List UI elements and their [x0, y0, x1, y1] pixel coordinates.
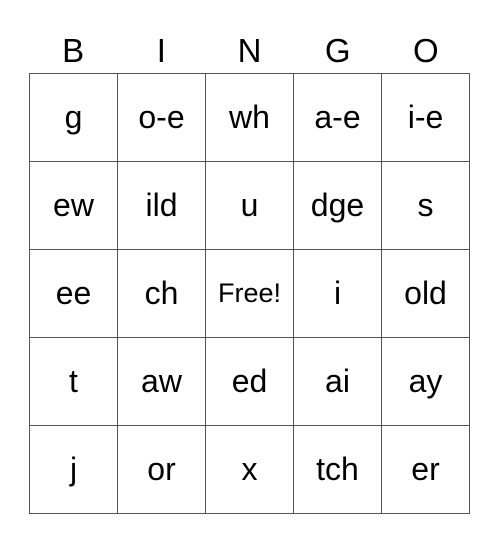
bingo-cell[interactable]: ee [30, 250, 118, 338]
bingo-cell[interactable]: i [294, 250, 382, 338]
bingo-header: B I N G O [29, 30, 470, 72]
header-letter-n: N [237, 32, 262, 69]
bingo-cell[interactable]: o-e [118, 74, 206, 162]
bingo-cell[interactable]: ed [206, 338, 294, 426]
bingo-cell[interactable]: j [30, 426, 118, 514]
bingo-cell[interactable]: er [382, 426, 470, 514]
bingo-cell[interactable]: old [382, 250, 470, 338]
bingo-cell[interactable]: g [30, 74, 118, 162]
free-space-cell[interactable]: Free! [206, 250, 294, 338]
bingo-cell[interactable]: x [206, 426, 294, 514]
header-letter-i: I [156, 32, 166, 69]
bingo-cell[interactable]: s [382, 162, 470, 250]
bingo-cell[interactable]: ay [382, 338, 470, 426]
bingo-cell[interactable]: ild [118, 162, 206, 250]
bingo-cell[interactable]: wh [206, 74, 294, 162]
bingo-cell[interactable]: t [30, 338, 118, 426]
bingo-cell[interactable]: a-e [294, 74, 382, 162]
bingo-grid: g o-e wh a-e i-e ew ild u dge s ee ch Fr… [29, 73, 470, 514]
bingo-cell[interactable]: tch [294, 426, 382, 514]
header-letter-b: B [62, 32, 85, 69]
bingo-cell[interactable]: ai [294, 338, 382, 426]
header-letter-o: O [413, 32, 439, 69]
bingo-cell[interactable]: ch [118, 250, 206, 338]
header-letter-g: G [324, 32, 351, 69]
bingo-cell[interactable]: or [118, 426, 206, 514]
bingo-cell[interactable]: dge [294, 162, 382, 250]
bingo-cell[interactable]: aw [118, 338, 206, 426]
bingo-cell[interactable]: u [206, 162, 294, 250]
bingo-cell[interactable]: i-e [382, 74, 470, 162]
bingo-cell[interactable]: ew [30, 162, 118, 250]
